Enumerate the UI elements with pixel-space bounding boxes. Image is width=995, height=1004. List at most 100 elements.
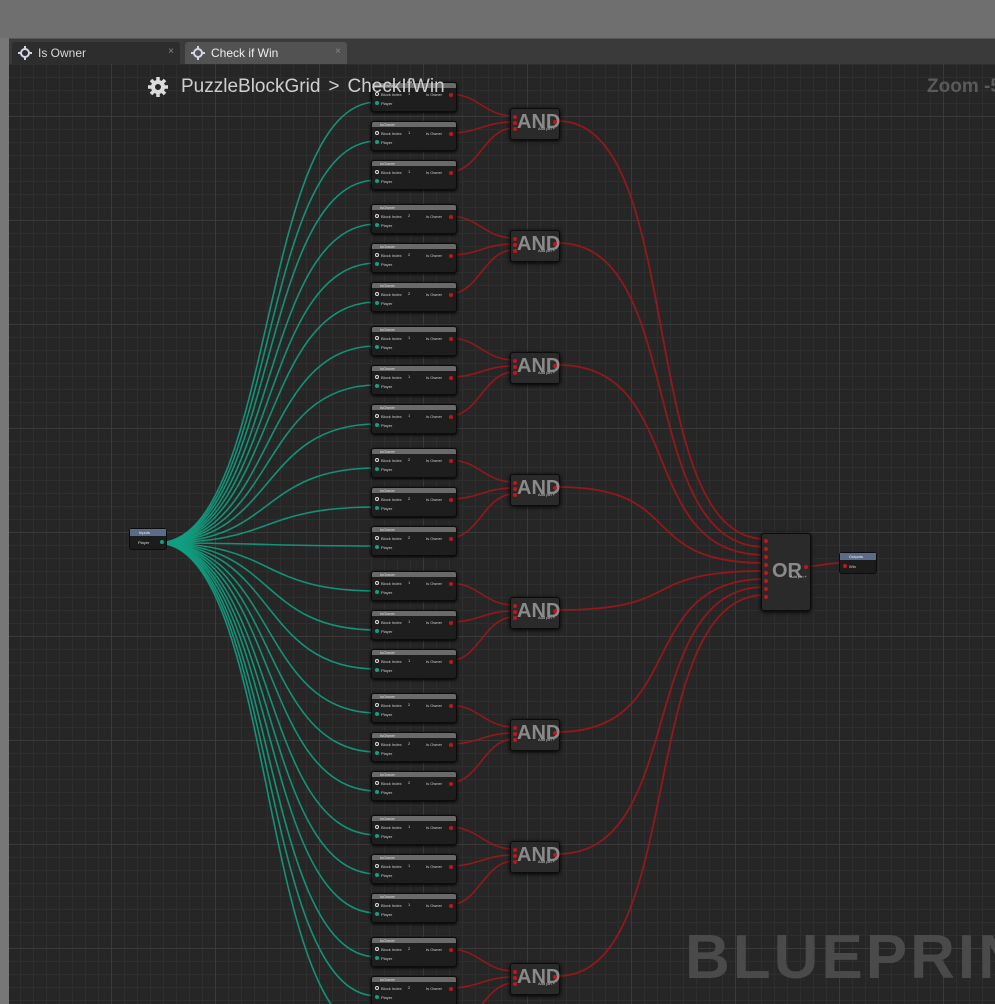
is-owner-node[interactable]: IsOwner Block Index 1 Player Is Owner [371,815,457,845]
player-pin[interactable] [375,467,379,471]
and-input-pin[interactable] [513,616,517,620]
block-index-pin[interactable] [375,825,379,829]
is-owner-output-pin[interactable] [449,293,453,297]
player-pin[interactable] [375,790,379,794]
is-owner-output-pin[interactable] [449,415,453,419]
and-input-pin[interactable] [513,860,517,864]
player-pin[interactable] [375,629,379,633]
is-owner-output-pin[interactable] [449,782,453,786]
player-pin[interactable] [375,384,379,388]
tab-is-owner[interactable]: Is Owner × [12,42,180,64]
breadcrumb-item-blueprint[interactable]: PuzzleBlockGrid [181,76,320,98]
and-output-pin[interactable] [553,120,557,124]
and-input-pin[interactable] [513,249,517,253]
and-input-pin[interactable] [513,487,517,491]
is-owner-output-pin[interactable] [449,660,453,664]
and-output-pin[interactable] [553,853,557,857]
and-node[interactable]: AND Add pin + [510,352,560,384]
is-owner-output-pin[interactable] [449,948,453,952]
block-index-pin[interactable] [375,375,379,379]
player-pin[interactable] [375,506,379,510]
block-index-pin[interactable] [375,742,379,746]
block-index-pin[interactable] [375,336,379,340]
is-owner-output-pin[interactable] [449,826,453,830]
is-owner-output-pin[interactable] [449,904,453,908]
is-owner-node[interactable]: IsOwner Block Index 2 Player Is Owner [371,693,457,723]
output-win-pin[interactable] [843,564,847,568]
is-owner-node[interactable]: IsOwner Block Index 1 Player Is Owner [371,571,457,601]
tab-close-icon[interactable]: × [335,46,341,57]
player-pin[interactable] [375,956,379,960]
block-index-pin[interactable] [375,620,379,624]
graph-canvas[interactable]: IsOwner Block Index 1 Player Is Owner IsOwner… [9,64,995,1004]
is-owner-node[interactable]: IsOwner Block Index 1 Player Is Owner [371,160,457,190]
block-index-pin[interactable] [375,458,379,462]
block-index-pin[interactable] [375,703,379,707]
and-input-pin[interactable] [513,121,517,125]
player-pin[interactable] [375,712,379,716]
and-input-pin[interactable] [513,481,517,485]
player-pin[interactable] [375,590,379,594]
block-index-pin[interactable] [375,986,379,990]
block-index-pin[interactable] [375,581,379,585]
is-owner-output-pin[interactable] [449,459,453,463]
and-node[interactable]: AND Add pin + [510,108,560,140]
is-owner-output-pin[interactable] [449,704,453,708]
block-index-pin[interactable] [375,659,379,663]
is-owner-node[interactable]: IsOwner Block Index 2 Player Is Owner [371,448,457,478]
tab-check-if-win[interactable]: Check if Win × [185,42,347,64]
player-pin[interactable] [375,751,379,755]
player-pin[interactable] [375,995,379,999]
is-owner-output-pin[interactable] [449,582,453,586]
or-node[interactable]: OR Add pin + [761,533,811,611]
block-index-pin[interactable] [375,253,379,257]
and-input-pin[interactable] [513,982,517,986]
and-input-pin[interactable] [513,854,517,858]
is-owner-output-pin[interactable] [449,215,453,219]
breadcrumb-item-function[interactable]: CheckIfWin [348,76,445,98]
is-owner-node[interactable]: IsOwner Block Index 1 Player Is Owner [371,365,457,395]
player-pin[interactable] [375,423,379,427]
is-owner-node[interactable]: IsOwner Block Index 1 Player Is Owner [371,326,457,356]
and-node[interactable]: AND Add pin + [510,474,560,506]
is-owner-output-pin[interactable] [449,254,453,258]
and-input-pin[interactable] [513,970,517,974]
or-input-pin[interactable] [764,563,768,567]
player-pin[interactable] [375,545,379,549]
and-input-pin[interactable] [513,243,517,247]
block-index-pin[interactable] [375,170,379,174]
or-input-pin[interactable] [764,539,768,543]
block-index-pin[interactable] [375,903,379,907]
is-owner-output-pin[interactable] [449,621,453,625]
and-input-pin[interactable] [513,610,517,614]
and-node[interactable]: AND Add pin + [510,841,560,873]
is-owner-output-pin[interactable] [449,376,453,380]
or-input-pin[interactable] [764,571,768,575]
or-input-pin[interactable] [764,587,768,591]
is-owner-node[interactable]: IsOwner Block Index 1 Player Is Owner [371,854,457,884]
or-input-pin[interactable] [764,547,768,551]
and-output-pin[interactable] [553,975,557,979]
player-pin[interactable] [375,668,379,672]
and-output-pin[interactable] [553,731,557,735]
is-owner-node[interactable]: IsOwner Block Index 2 Player Is Owner [371,204,457,234]
is-owner-output-pin[interactable] [449,865,453,869]
block-index-pin[interactable] [375,781,379,785]
is-owner-node[interactable]: IsOwner Block Index 1 Player Is Owner [371,121,457,151]
or-input-pin[interactable] [764,579,768,583]
block-index-pin[interactable] [375,414,379,418]
tab-close-icon[interactable]: × [168,46,174,57]
and-input-pin[interactable] [513,237,517,241]
and-input-pin[interactable] [513,732,517,736]
block-index-pin[interactable] [375,131,379,135]
is-owner-node[interactable]: IsOwner Block Index 2 Player Is Owner [371,732,457,762]
player-pin[interactable] [375,223,379,227]
player-pin[interactable] [375,912,379,916]
block-index-pin[interactable] [375,864,379,868]
and-output-pin[interactable] [553,364,557,368]
is-owner-node[interactable]: IsOwner Block Index 2 Player Is Owner [371,771,457,801]
function-input-node[interactable]: Inputs Player [129,528,167,550]
and-output-pin[interactable] [553,609,557,613]
and-input-pin[interactable] [513,127,517,131]
player-pin[interactable] [375,179,379,183]
